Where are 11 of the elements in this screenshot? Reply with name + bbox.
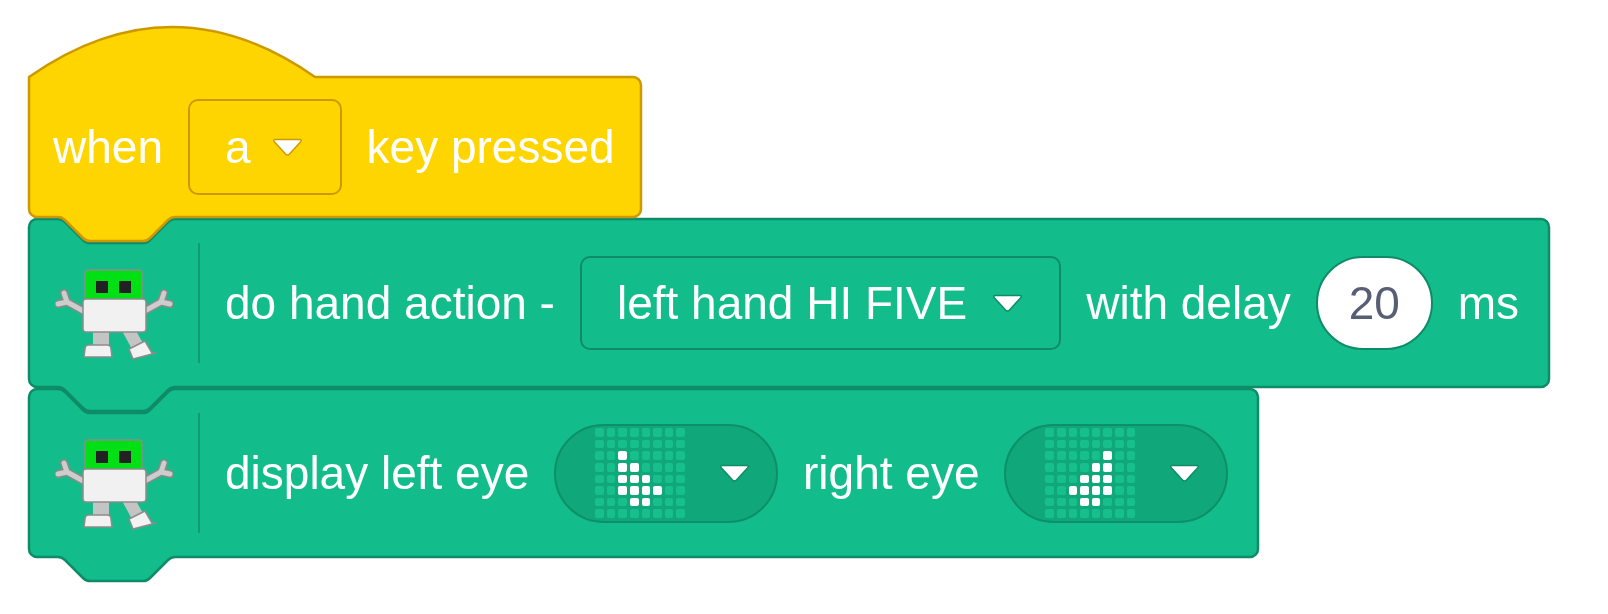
block-label: do hand action - (225, 280, 555, 326)
dropdown[interactable]: a (187, 99, 342, 195)
robot-icon (55, 439, 173, 531)
block-label: when (53, 124, 163, 170)
dropdown[interactable]: left hand HI FIVE (579, 256, 1062, 350)
robot-icon (55, 269, 173, 361)
caret-icon (719, 463, 751, 483)
caret-icon (992, 293, 1024, 313)
caret-icon (1169, 463, 1201, 483)
block-label: ms (1457, 280, 1520, 326)
caret-icon (271, 137, 303, 157)
